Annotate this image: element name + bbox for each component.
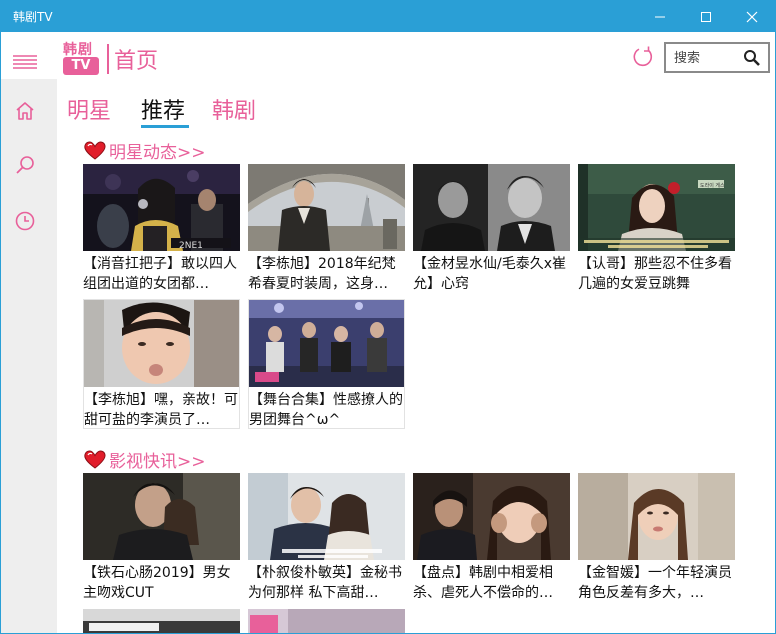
window-title: 韩剧TV xyxy=(13,10,53,24)
video-title: 【李栋旭】2018年纪梵希春夏时装周，这身… xyxy=(248,256,396,292)
hamburger-icon xyxy=(13,55,37,69)
section-title: 明星动态>> xyxy=(109,142,206,163)
video-card[interactable]: 【李栋旭】嘿，亲故！可甜可盐的李演员了… xyxy=(83,299,240,429)
heart-icon xyxy=(84,141,106,160)
video-title: 【认哥】那些忍不住多看几遍的女爱豆跳舞 xyxy=(578,256,732,292)
video-thumbnail xyxy=(578,473,735,560)
video-thumbnail: 2NE1 xyxy=(83,164,240,251)
video-title: 【朴叙俊朴敏英】金秘书为何那样 私下高甜… xyxy=(248,565,402,601)
video-title: 【金智媛】一个年轻演员角色反差有多大，… xyxy=(578,565,732,601)
refresh-button[interactable] xyxy=(631,45,655,69)
maximize-button[interactable] xyxy=(683,1,729,32)
section-title: 影视快讯>> xyxy=(109,451,206,472)
home-icon xyxy=(16,102,34,120)
video-title: 【铁石心肠2019】男女主吻戏CUT xyxy=(83,565,231,601)
video-title: 【盘点】韩剧中相爱相杀、虐死人不偿命的… xyxy=(413,565,553,601)
refresh-icon xyxy=(633,46,653,67)
menu-button[interactable] xyxy=(11,51,39,73)
logo-text: 韩剧 xyxy=(63,42,93,58)
nav-home[interactable] xyxy=(11,97,39,125)
video-thumbnail xyxy=(248,609,405,633)
history-clock-icon xyxy=(15,211,35,231)
close-button[interactable] xyxy=(729,1,775,32)
left-nav xyxy=(1,32,57,633)
app-logo: 韩剧 TV xyxy=(61,41,103,77)
nav-rail xyxy=(1,79,57,633)
video-card[interactable]: 도라이 게스 【认哥】那些忍不住多看几遍的女爱豆跳舞 xyxy=(578,164,735,294)
video-title: 【李栋旭】嘿，亲故！可甜可盐的李演员了… xyxy=(84,392,238,428)
close-icon xyxy=(746,11,758,22)
search-icon xyxy=(16,156,34,174)
video-thumbnail xyxy=(83,473,240,560)
tab-recommended[interactable]: 推荐 xyxy=(141,93,185,125)
minimize-icon xyxy=(655,16,665,17)
logo-badge: TV xyxy=(63,57,99,75)
page-title: 首页 xyxy=(114,49,159,74)
search-box xyxy=(664,42,770,73)
section-header[interactable]: 影视快讯>> xyxy=(83,448,206,472)
video-thumbnail xyxy=(413,164,570,251)
search-submit-button[interactable] xyxy=(742,48,762,68)
video-thumbnail xyxy=(413,473,570,560)
thumbnail-watermark: 2NE1 xyxy=(179,241,203,251)
app-window: 韩剧TV 韩剧 TV 首页 搜索 明星 推荐 韩剧 明星动态>> 2NE1 【消… xyxy=(0,0,776,634)
video-card[interactable]: 【盘点】韩剧中相爱相杀、虐死人不偿命的… xyxy=(413,473,570,603)
video-title: 【消音扛把子】敢以四人组团出道的女团都… xyxy=(83,256,237,292)
video-thumbnail xyxy=(83,609,240,633)
video-card[interactable]: 【舞台合集】性感撩人的男团舞台^ω^ xyxy=(248,299,405,429)
video-card[interactable] xyxy=(83,609,240,633)
header-divider xyxy=(107,44,109,74)
video-thumbnail xyxy=(249,300,404,387)
video-card[interactable]: 【铁石心肠2019】男女主吻戏CUT xyxy=(83,473,240,603)
maximize-icon xyxy=(701,11,711,22)
video-card[interactable]: 【李栋旭】2018年纪梵希春夏时装周，这身… xyxy=(248,164,405,294)
heart-icon xyxy=(84,450,106,469)
nav-search[interactable] xyxy=(11,151,39,179)
search-input[interactable] xyxy=(674,48,740,68)
video-card[interactable] xyxy=(248,609,405,633)
title-bar: 韩剧TV xyxy=(1,1,775,32)
active-tab-indicator xyxy=(141,125,189,128)
tab-stars[interactable]: 明星 xyxy=(67,93,111,125)
section-header[interactable]: 明星动态>> xyxy=(83,139,206,163)
thumbnail-tag: 도라이 게스 xyxy=(700,182,725,189)
tab-kdrama[interactable]: 韩剧 xyxy=(212,93,256,125)
video-title: 【舞台合集】性感撩人的男团舞台^ω^ xyxy=(249,392,403,428)
video-card[interactable]: 2NE1 【消音扛把子】敢以四人组团出道的女团都… xyxy=(83,164,240,294)
video-card[interactable]: 【金智媛】一个年轻演员角色反差有多大，… xyxy=(578,473,735,603)
minimize-button[interactable] xyxy=(637,1,683,32)
video-title: 【金材昱水仙/毛泰久x崔允】心窍 xyxy=(413,256,567,292)
video-thumbnail xyxy=(248,473,405,560)
video-card[interactable]: 【朴叙俊朴敏英】金秘书为何那样 私下高甜… xyxy=(248,473,405,603)
video-thumbnail: 도라이 게스 xyxy=(578,164,735,251)
magnifier-icon xyxy=(744,50,760,66)
nav-history[interactable] xyxy=(11,207,39,235)
video-thumbnail xyxy=(248,164,405,251)
video-thumbnail xyxy=(84,300,239,387)
video-card[interactable]: 【金材昱水仙/毛泰久x崔允】心窍 xyxy=(413,164,570,294)
